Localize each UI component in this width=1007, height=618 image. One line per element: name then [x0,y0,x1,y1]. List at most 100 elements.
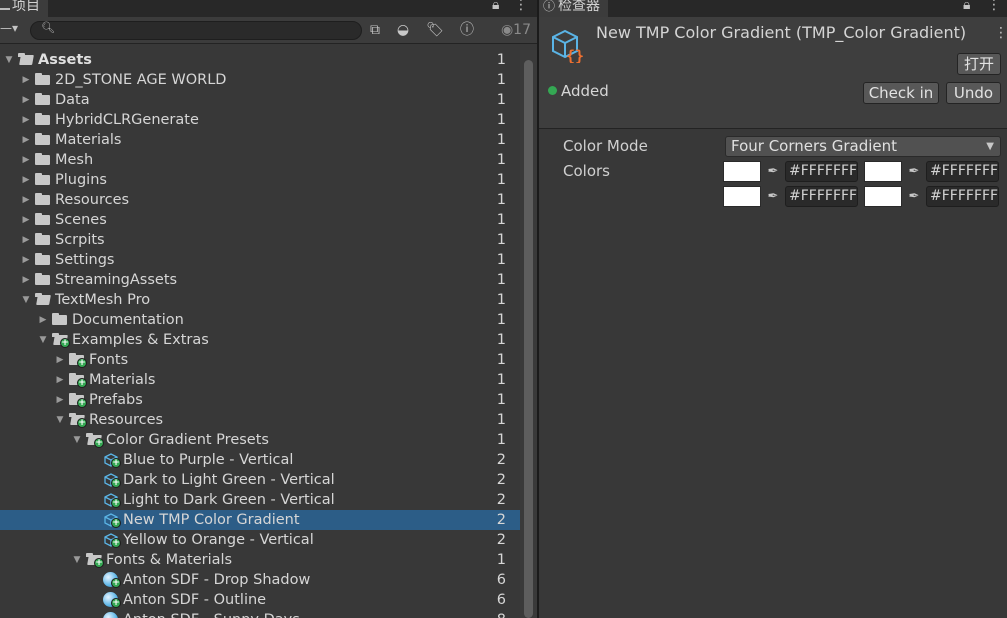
expand-arrow-down-icon[interactable]: ▼ [4,50,14,70]
asset-row[interactable]: + Anton SDF - Drop Shadow 6 [0,570,520,590]
color-mode-dropdown[interactable]: Four Corners Gradient ▼ [725,136,1001,157]
folder-row[interactable]: ▶ 2D_STONE AGE WORLD 1 [0,70,520,90]
eyedropper-icon[interactable]: ✒︎ [763,186,783,207]
tree-item-count: 1 [496,332,506,348]
folder-row[interactable]: ▼ + Resources 1 [0,410,520,430]
tree-item-count: 1 [496,152,506,168]
expand-arrow-down-icon[interactable]: ▼ [55,410,65,430]
undo-button[interactable]: Undo [946,82,1001,104]
expand-arrow-right-icon[interactable]: ▶ [38,310,48,330]
folder-row[interactable]: ▶ Mesh 1 [0,150,520,170]
expand-arrow-down-icon[interactable]: ▼ [72,550,82,570]
folder-row[interactable]: ▶ Resources 1 [0,190,520,210]
tree-item-label: TextMesh Pro [55,292,151,308]
tree-item-label: Data [55,92,90,108]
asset-row[interactable]: + Yellow to Orange - Vertical 2 [0,530,520,550]
folder-row[interactable]: ▼ TextMesh Pro 1 [0,290,520,310]
color-swatch[interactable] [723,161,761,182]
asset-row[interactable]: + Light to Dark Green - Vertical 2 [0,490,520,510]
dropdown-caret-icon: ▼ [986,141,994,152]
lock-icon[interactable]: 🔒︎ [492,0,499,13]
folder-open-icon [18,53,34,66]
folder-row[interactable]: ▶ Scenes 1 [0,210,520,230]
folder-row[interactable]: ▶ + Fonts 1 [0,350,520,370]
color-swatch[interactable] [864,161,902,182]
expand-arrow-right-icon[interactable]: ▶ [55,370,65,390]
added-status-icon [548,86,557,95]
filter-by-type-icon[interactable]: ◒ [392,20,414,40]
asset-menu-icon[interactable]: ⋮ [994,25,1007,41]
hex-field[interactable]: #FFFFFFFF [785,161,858,182]
kebab-menu-icon[interactable]: ⋮ [514,0,528,13]
folder-icon [35,233,51,246]
expand-arrow-down-icon[interactable]: ▼ [38,330,48,350]
folder-row[interactable]: ▶ + Prefabs 1 [0,390,520,410]
expand-arrow-right-icon[interactable]: ▶ [21,130,31,150]
tab-inspector[interactable]: ⓘ 检查器 [539,0,609,17]
expand-arrow-down-icon[interactable]: ▼ [21,290,31,310]
folder-row[interactable]: ▶ + Materials 1 [0,370,520,390]
folder-tab-icon [0,2,10,10]
folder-row[interactable]: ▶ StreamingAssets 1 [0,270,520,290]
expand-arrow-right-icon[interactable]: ▶ [21,270,31,290]
asset-row[interactable]: + Blue to Purple - Vertical 2 [0,450,520,470]
tree-item-label: Scenes [55,212,107,228]
open-button[interactable]: 打开 [957,53,1001,75]
svg-text:{}: {} [566,47,584,63]
color-swatch[interactable] [723,186,761,207]
tree-item-label: Prefabs [89,392,143,408]
expand-arrow-right-icon[interactable]: ▶ [55,350,65,370]
folder-row[interactable]: ▶ Materials 1 [0,130,520,150]
asset-row[interactable]: + Dark to Light Green - Vertical 2 [0,470,520,490]
folder-row[interactable]: ▼ Assets 1 [0,50,520,70]
folder-row[interactable]: ▼ + Color Gradient Presets 1 [0,430,520,450]
folder-row[interactable]: ▼ + Examples & Extras 1 [0,330,520,350]
eyedropper-icon[interactable]: ✒︎ [904,186,924,207]
expand-arrow-right-icon[interactable]: ▶ [21,250,31,270]
expand-arrow-right-icon[interactable]: ▶ [21,210,31,230]
expand-arrow-right-icon[interactable]: ▶ [21,170,31,190]
folder-icon [35,93,51,106]
folder-row[interactable]: ▼ + Fonts & Materials 1 [0,550,520,570]
expand-arrow-right-icon[interactable]: ▶ [55,390,65,410]
inspector-lock-icon[interactable]: 🔒︎ [963,0,970,13]
vcs-added-icon: + [111,538,121,548]
tree-item-count: 1 [496,212,506,228]
color-mode-value: Four Corners Gradient [731,137,898,155]
asset-row[interactable]: + Anton SDF - Outline 6 [0,590,520,610]
expand-arrow-right-icon[interactable]: ▶ [21,90,31,110]
expand-arrow-down-icon[interactable]: ▼ [72,430,82,450]
search-input[interactable]: 🔍︎ [30,21,362,40]
hidden-packages-toggle[interactable]: ◉17 [501,20,531,40]
hex-field[interactable]: #FFFFFFFF [926,161,999,182]
check-in-button[interactable]: Check in [863,82,939,104]
folder-row[interactable]: ▶ Plugins 1 [0,170,520,190]
project-scrollbar[interactable] [520,50,537,618]
folder-row[interactable]: ▶ HybridCLRGenerate 1 [0,110,520,130]
create-dropdown-icon[interactable]: —▾ [0,21,18,35]
warning-icon[interactable]: ⓘ [456,20,478,40]
hidden-count: 17 [513,22,531,38]
project-toolbar: —▾ 🔍︎ ⧉ ◒ 🏷︎ ⓘ ◉17 [0,17,537,44]
expand-arrow-right-icon[interactable]: ▶ [21,70,31,90]
expand-arrow-right-icon[interactable]: ▶ [21,110,31,130]
inspector-kebab-menu-icon[interactable]: ⋮ [987,0,1001,13]
filter-by-label-icon[interactable]: 🏷︎ [424,20,446,40]
hex-field[interactable]: #FFFFFFFF [926,186,999,207]
tab-project[interactable]: 项目 [0,0,48,17]
asset-row[interactable]: + New TMP Color Gradient 2 [0,510,520,530]
scrollbar-thumb[interactable] [524,60,533,618]
asset-row[interactable]: +Anton SDF - Sunny Days8 [0,610,520,618]
folder-row[interactable]: ▶ Scrpits 1 [0,230,520,250]
expand-arrow-right-icon[interactable]: ▶ [21,190,31,210]
eyedropper-icon[interactable]: ✒︎ [904,161,924,182]
search-type-icon[interactable]: ⧉ [364,20,386,40]
eyedropper-icon[interactable]: ✒︎ [763,161,783,182]
color-swatch[interactable] [864,186,902,207]
folder-row[interactable]: ▶ Settings 1 [0,250,520,270]
hex-field[interactable]: #FFFFFFFF [785,186,858,207]
folder-row[interactable]: ▶ Documentation 1 [0,310,520,330]
expand-arrow-right-icon[interactable]: ▶ [21,150,31,170]
expand-arrow-right-icon[interactable]: ▶ [21,230,31,250]
folder-row[interactable]: ▶ Data 1 [0,90,520,110]
